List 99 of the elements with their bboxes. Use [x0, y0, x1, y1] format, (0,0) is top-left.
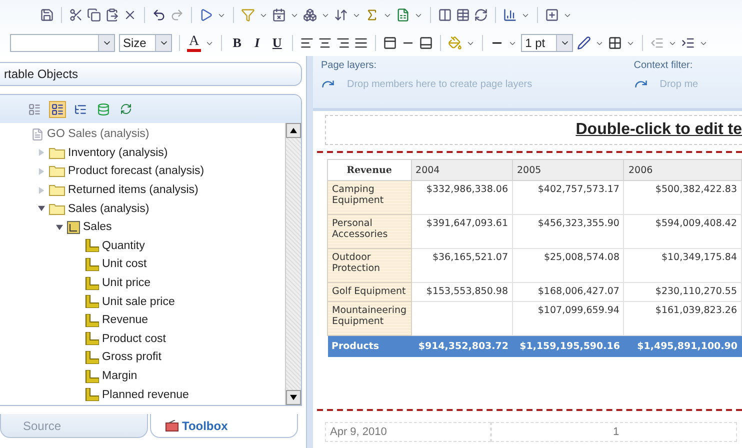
tree-item[interactable]: Unit sale price — [102, 296, 175, 308]
table-icon[interactable] — [456, 8, 470, 22]
column-header: 2006 — [624, 160, 742, 180]
align-bottom-icon[interactable] — [419, 36, 434, 50]
table-cell: $153,553,850.98 — [411, 282, 512, 302]
ruler-icon — [85, 388, 99, 402]
folder-icon — [49, 146, 65, 159]
ruler-icon — [85, 332, 99, 346]
ruler-icon — [85, 258, 99, 271]
table-cell: $456,323,355.90 — [512, 214, 624, 248]
column-header: Revenue — [328, 160, 412, 180]
tree-item[interactable]: GO Sales (analysis) — [47, 128, 150, 140]
row-header: Camping Equipment — [328, 180, 412, 214]
line-width-field[interactable]: 1 pt — [521, 34, 574, 52]
align-center-icon[interactable] — [318, 36, 332, 50]
toolbox-icon — [165, 420, 179, 432]
tree-item[interactable]: Quantity — [102, 240, 145, 252]
folder-icon — [49, 202, 65, 215]
text-style-button[interactable]: U — [269, 35, 286, 51]
row-header: Mountaineering Equipment — [328, 302, 412, 336]
cut-icon[interactable] — [69, 8, 83, 22]
table-cell: $168,006,427.07 — [512, 282, 624, 302]
fill-color-icon[interactable] — [448, 36, 462, 50]
table-cell: $25,008,574.08 — [512, 248, 624, 282]
total-cell: $914,352,803.72 — [411, 336, 512, 357]
panel-title: rtable Objects — [0, 62, 302, 86]
align-top-icon[interactable] — [383, 36, 398, 50]
table-cell: $332,986,338.06 — [411, 180, 512, 214]
borders-icon[interactable] — [608, 36, 622, 50]
pen-icon[interactable] — [577, 36, 592, 50]
table-cell: $10,349,175.84 — [624, 248, 742, 282]
table-cell: $230,110,270.55 — [624, 282, 742, 302]
font-size-field[interactable]: Size — [119, 34, 172, 52]
ruler-icon — [85, 295, 99, 308]
page-number: 1 — [491, 422, 737, 442]
ruler-icon — [85, 370, 99, 383]
folder-icon — [49, 165, 65, 178]
scroll-down-icon[interactable] — [290, 394, 297, 401]
table-cell: $594,009,408.42 — [624, 214, 742, 248]
save-icon[interactable] — [40, 8, 54, 22]
ruler-icon — [85, 276, 99, 290]
row-header: Products — [328, 336, 412, 357]
table-cell: $402,757,573.17 — [512, 180, 624, 214]
tree-item[interactable]: Planned revenue — [102, 388, 189, 401]
copy-icon[interactable] — [87, 8, 101, 22]
column-header: 2004 — [411, 160, 512, 180]
cube-icon — [67, 220, 80, 234]
tree-item[interactable]: Revenue — [102, 314, 148, 326]
row-header: Golf Equipment — [328, 282, 412, 302]
tree-item[interactable]: Gross profit — [102, 351, 162, 364]
column-header: 2005 — [512, 160, 624, 180]
text-style-button[interactable]: B — [229, 35, 246, 51]
row-header: Personal Accessories — [328, 214, 412, 248]
tree-item[interactable]: Sales — [83, 221, 112, 234]
undo-icon[interactable] — [152, 8, 166, 22]
justify-icon[interactable] — [354, 36, 368, 50]
tree-item[interactable]: Margin — [102, 370, 138, 382]
ruler-icon — [85, 314, 99, 327]
tree-item[interactable]: Inventory (analysis) — [68, 146, 168, 159]
tree-item[interactable]: Returned items (analysis) — [68, 184, 198, 196]
paste-icon[interactable] — [105, 8, 119, 22]
sort-icon[interactable] — [334, 8, 348, 22]
row-header: Outdoor Protection — [328, 248, 412, 282]
columns-icon[interactable] — [438, 8, 452, 22]
scrollbar[interactable] — [285, 123, 301, 405]
database-icon[interactable] — [95, 100, 112, 118]
align-right-icon[interactable] — [336, 36, 350, 50]
tree-item[interactable]: Product cost — [102, 332, 166, 345]
footer-date: Apr 9, 2010 — [325, 422, 491, 442]
tree-item[interactable]: Unit price — [102, 277, 151, 290]
tree-item[interactable]: Product forecast (analysis) — [68, 165, 204, 178]
table-cell: $36,165,521.07 — [411, 248, 512, 282]
chart-icon[interactable] — [503, 8, 517, 22]
collapse-arrow-icon[interactable] — [56, 224, 62, 231]
delete-icon[interactable] — [123, 8, 137, 22]
ruler-icon — [85, 239, 99, 252]
font-color-button[interactable]: A — [187, 34, 202, 52]
indent-icon[interactable] — [681, 36, 696, 50]
tree-item[interactable]: Sales (analysis) — [68, 202, 150, 215]
font-field[interactable] — [10, 34, 115, 52]
table-cell: $500,382,422.83 — [624, 180, 742, 214]
table-cell: $391,647,093.61 — [411, 214, 512, 248]
total-cell: $1,159,195,590.16 — [512, 336, 624, 357]
refresh-icon[interactable] — [118, 101, 134, 117]
tree-item[interactable]: Unit cost — [102, 258, 147, 270]
drop-zone-label: Context filter: — [634, 60, 694, 71]
drop-zone-label: Page layers: — [321, 60, 378, 71]
scroll-up-icon[interactable] — [290, 127, 297, 134]
sum-icon[interactable] — [365, 8, 379, 22]
new-icon[interactable] — [545, 8, 559, 22]
total-cell: $1,495,891,100.90 — [624, 336, 742, 357]
run-icon[interactable] — [199, 8, 213, 22]
ruler-icon — [85, 350, 99, 364]
panel-tab[interactable]: Toolbox — [150, 414, 298, 438]
list-view-icon[interactable] — [49, 100, 66, 118]
collapse-arrow-icon[interactable] — [38, 205, 44, 212]
text-style-button[interactable]: I — [249, 35, 266, 51]
align-left-icon[interactable] — [300, 36, 314, 50]
folder-icon — [49, 184, 65, 196]
